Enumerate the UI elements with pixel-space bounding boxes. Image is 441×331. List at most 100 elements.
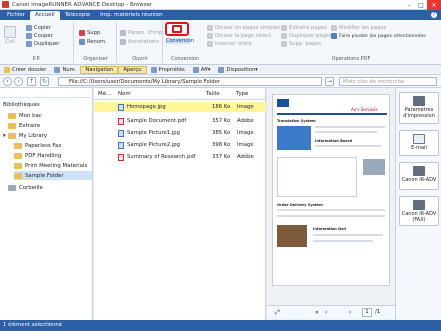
preview-sec1: Translation System	[277, 119, 316, 123]
back-button[interactable]: ‹	[3, 77, 12, 86]
view-button[interactable]: Aff ▾	[189, 66, 215, 74]
paste-button[interactable]: Coll	[4, 26, 16, 45]
col-me[interactable]: Mé...	[98, 91, 111, 97]
table-row[interactable]: Sample Picture2.jpg 398 Ko Image	[94, 140, 266, 150]
table-row[interactable]: Summary of Research.pdf 337 Ko Adobe	[94, 152, 266, 162]
tree-item-print-meeting[interactable]: Print Meeting Materials	[14, 161, 87, 170]
tree-item-paperless-fax[interactable]: Paperless Fax	[14, 141, 62, 150]
prev-page-button[interactable]: ‹	[325, 309, 327, 316]
delete-button[interactable]: Supp.	[79, 30, 102, 36]
next-page-button[interactable]: ›	[349, 309, 351, 316]
file-name: Homepage.jpg	[127, 104, 166, 110]
text-line	[277, 215, 385, 217]
minimize-button[interactable]: –	[403, 0, 415, 10]
file-size: 186 Ko	[212, 104, 231, 110]
table-row[interactable]: Sample Document.pdf 357 Ko Adobe	[94, 116, 266, 126]
create-folder-button[interactable]: Créer dossier	[0, 66, 50, 74]
reverse-order-button[interactable]: Inverser ordre	[207, 41, 252, 47]
canon-fax-button[interactable]: Canon iR-ADV (FAX)	[399, 196, 439, 226]
go-button[interactable]: →	[325, 77, 334, 86]
email-button[interactable]: E-mail	[399, 130, 439, 156]
tree-item-extraire[interactable]: Extraire	[8, 121, 40, 130]
table-row[interactable]: Sample Picture1.jpg 385 Ko Image	[94, 128, 266, 138]
first-page-button[interactable]: «	[315, 309, 319, 316]
navigation-toggle[interactable]: Navigation	[80, 65, 119, 74]
rotate-pages-button[interactable]: Faire pivoter les pages sélectionnées	[331, 33, 426, 39]
conversion-button[interactable]: Conversion	[166, 38, 194, 44]
printer-icon	[413, 166, 425, 176]
rename-button[interactable]: Renom.	[79, 39, 107, 45]
close-button[interactable]: ✕	[427, 0, 441, 10]
help-icon[interactable]: ?	[431, 12, 437, 18]
tree-label: Sample Folder	[25, 172, 64, 179]
trash-icon	[8, 184, 16, 191]
delete-pages-button[interactable]: Supp. pages	[281, 41, 321, 47]
tree-item-corbeille[interactable]: Corbeille	[8, 183, 43, 192]
rotate-icon	[331, 33, 337, 39]
cut-button[interactable]: Couper	[26, 33, 53, 39]
tab-fichier[interactable]: Fichier	[2, 11, 30, 20]
search-input[interactable]: Mots clés de recherche	[339, 77, 437, 86]
tree-item-my-library[interactable]: ▾ My Library	[3, 131, 47, 140]
file-list: Mé... Nom Taille Type Homepage.jpg 186 K…	[94, 88, 266, 320]
ribbon: Coll Copier Couper Dupliquer P.P. Supp. …	[0, 20, 441, 65]
layout-icon	[218, 66, 225, 73]
delete-pages-label: Supp. pages	[289, 41, 322, 47]
tab-telecopie[interactable]: Télécopie	[60, 11, 96, 20]
cut-label: Couper	[34, 33, 53, 39]
file-size: 385 Ko	[212, 130, 231, 136]
annotations-button[interactable]: Annotations	[120, 39, 159, 45]
file-name: Summary of Research.pdf	[127, 154, 196, 160]
canon-printer-button[interactable]: Canon iR-ADV	[399, 162, 439, 190]
print-settings-button[interactable]: Param. d'imp.	[120, 30, 164, 36]
duplicate-pages-button[interactable]: Dupliquer pages	[281, 33, 332, 39]
page-number-input[interactable]: 1	[362, 308, 372, 317]
duplicate-pages-icon	[281, 33, 287, 39]
forward-button[interactable]: ›	[14, 77, 23, 86]
fit-page-icon[interactable]: ⤢	[275, 309, 280, 317]
delete-label: Supp.	[87, 30, 102, 36]
file-type: Image	[237, 142, 254, 148]
window-title: Canon imageRUNNER ADVANCE Desktop - Brow…	[12, 1, 153, 8]
copy-label: Copier	[34, 25, 51, 31]
preview-toggle[interactable]: Aperçu	[118, 65, 147, 74]
preview-page: Au's Services Translation System Informa…	[272, 94, 390, 286]
path-field[interactable]: File://C:/Users/user/Documents/My Librar…	[58, 77, 322, 86]
refresh-button[interactable]: ↻	[40, 77, 49, 86]
tab-accueil[interactable]: Accueil	[29, 11, 60, 20]
preview-photo	[363, 159, 385, 175]
modify-icon	[331, 25, 337, 31]
folder-icon	[14, 142, 22, 149]
split-select-icon	[207, 33, 213, 39]
split-single-pages-button[interactable]: Diviser en pages simples	[207, 25, 280, 31]
tree-item-mon-bac[interactable]: Mon bac	[8, 111, 42, 120]
table-row[interactable]: Homepage.jpg 186 Ko Image	[94, 102, 266, 112]
modify-pages-button[interactable]: Modifier les pages	[331, 25, 386, 31]
tree-label: Print Meeting Materials	[25, 162, 88, 169]
print-settings-output-button[interactable]: Paramètres d'impression	[399, 92, 439, 124]
collapse-icon[interactable]: ▾	[3, 133, 6, 139]
tree-label: Mon bac	[19, 112, 42, 119]
preview-photo-2	[277, 225, 307, 247]
col-nom[interactable]: Nom	[118, 91, 131, 97]
extract-pages-button[interactable]: Extraire pages	[281, 25, 327, 31]
tree-item-sample-folder[interactable]: Sample Folder	[14, 171, 92, 180]
col-type[interactable]: Type	[236, 91, 248, 97]
maximize-button[interactable]: □	[415, 0, 427, 10]
scan-button[interactable]: Num.	[50, 66, 80, 74]
copy-button[interactable]: Copier	[26, 25, 51, 31]
properties-button[interactable]: Propriétés	[147, 66, 189, 74]
tab-imp-materiels[interactable]: Imp. matériels réunion	[95, 11, 167, 20]
logo-icon	[277, 99, 289, 107]
text-line	[313, 240, 373, 242]
tree-item-pdf-handling[interactable]: PDF Handling	[14, 151, 61, 160]
split-selected-button[interactable]: Diviser la page sélect.	[207, 33, 273, 39]
duplicate-button[interactable]: Dupliquer	[26, 41, 59, 47]
printer-icon	[413, 96, 425, 106]
duplicate-icon	[26, 41, 32, 47]
layout-button[interactable]: Disposition ▾	[214, 66, 261, 74]
preview-pane: Au's Services Translation System Informa…	[267, 88, 395, 320]
tree-item-bibliotheques[interactable]: Bibliothèques	[3, 100, 40, 109]
col-taille[interactable]: Taille	[206, 91, 220, 97]
up-folder-button[interactable]: ↑	[27, 77, 36, 86]
